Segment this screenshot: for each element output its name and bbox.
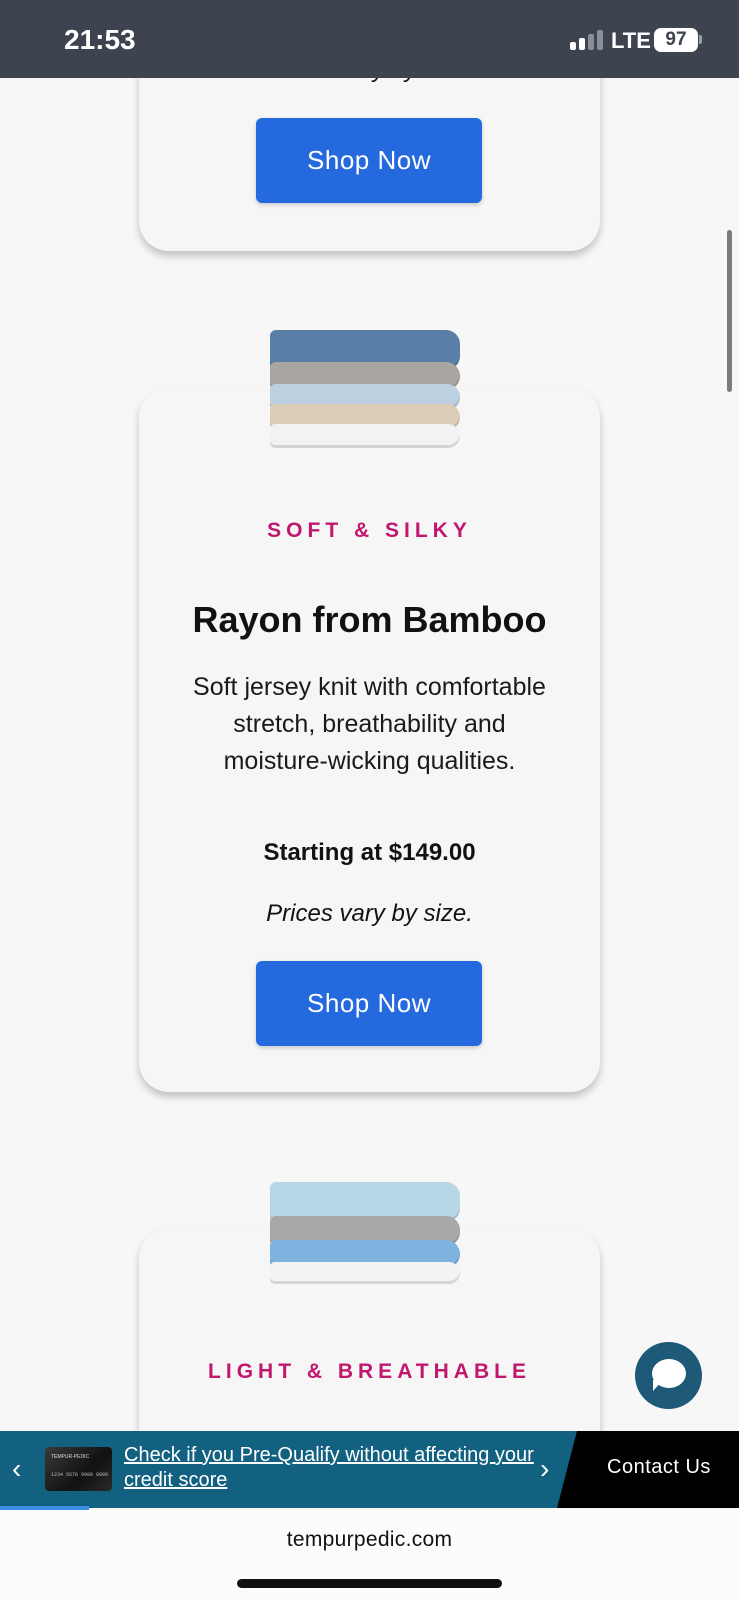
product-card-rayon-bamboo: SOFT & SILKY Rayon from Bamboo Soft jers… [139, 387, 600, 1092]
shop-now-button[interactable]: Shop Now [256, 961, 482, 1046]
browser-address-bar[interactable]: tempurpedic.com [0, 1510, 739, 1600]
chevron-right-icon[interactable]: › [540, 1453, 549, 1485]
card-title: Rayon from Bamboo [192, 599, 547, 640]
battery-tip [699, 35, 702, 44]
sheet-layer [270, 1262, 460, 1284]
chat-button[interactable] [635, 1342, 702, 1409]
status-bar: 21:53 LTE 97 [0, 0, 739, 78]
scrollbar[interactable] [727, 230, 732, 392]
shop-now-button[interactable]: Shop Now [256, 118, 482, 203]
card-description: Soft jersey knit with comfortable stretc… [193, 673, 546, 775]
price-note: Prices vary by size. [266, 900, 473, 927]
signal-icon [570, 30, 604, 50]
card-brand-text: TEMPUR-PEDIC [51, 1454, 90, 1460]
contact-us-label: Contact Us [607, 1456, 711, 1478]
folded-sheets-image [270, 326, 470, 456]
card-number-text: 1234 5678 9000 0000 [51, 1472, 109, 1478]
network-type: LTE [611, 28, 651, 53]
prequalify-link[interactable]: Check if you Pre-Qualify without affecti… [124, 1443, 534, 1493]
card-price: Starting at $149.00 [263, 839, 476, 866]
contact-us-button[interactable]: Contact Us [557, 1431, 739, 1508]
home-indicator[interactable] [237, 1579, 502, 1588]
card-eyebrow: LIGHT & BREATHABLE [208, 1360, 531, 1383]
credit-card-image: TEMPUR-PEDIC 1234 5678 9000 0000 [45, 1447, 112, 1491]
chat-icon-tail [653, 1380, 663, 1391]
status-time: 21:53 [64, 24, 136, 55]
battery-level: 97 [665, 29, 687, 50]
chevron-left-icon[interactable]: ‹ [12, 1453, 21, 1485]
url-text: tempurpedic.com [286, 1528, 453, 1551]
card-eyebrow: SOFT & SILKY [267, 519, 472, 542]
folded-sheets-image-next [270, 1180, 470, 1310]
battery-icon: 97 [654, 28, 698, 52]
sheet-layer [270, 424, 460, 448]
